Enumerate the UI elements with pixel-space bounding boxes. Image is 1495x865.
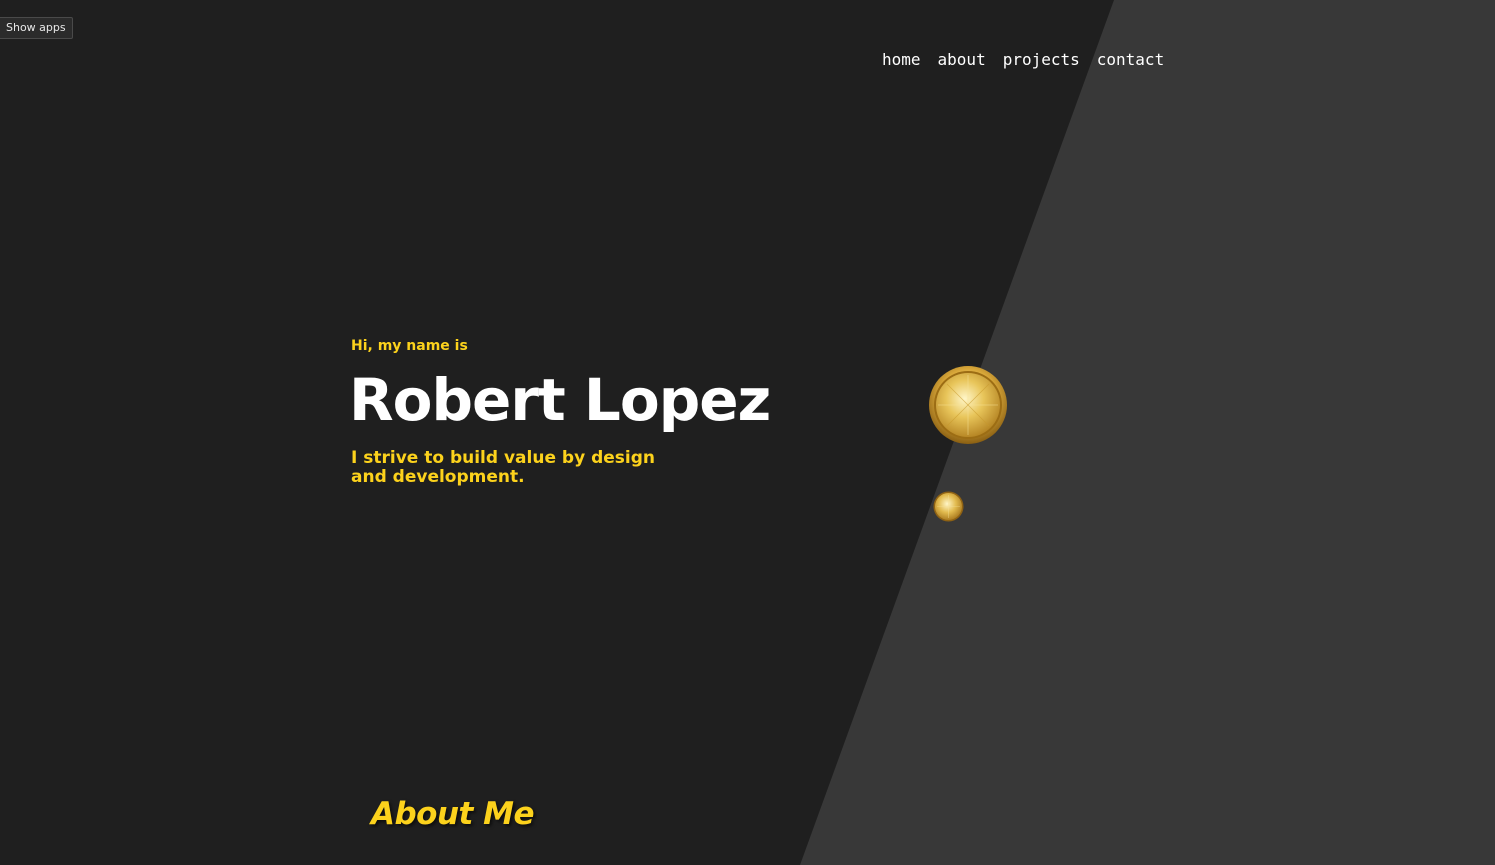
- gold-coin-icon: [929, 366, 1007, 444]
- show-apps-button[interactable]: Show apps: [0, 17, 73, 39]
- hero-greeting: Hi, my name is: [351, 338, 468, 354]
- nav-home-link[interactable]: home: [882, 49, 921, 71]
- hero-name: Robert Lopez: [349, 366, 771, 434]
- portfolio-page: Show apps home about projects contact Hi…: [0, 0, 1495, 865]
- hero-tagline: I strive to build value by design and de…: [351, 448, 655, 487]
- about-heading: About Me: [371, 796, 535, 832]
- nav-projects-link[interactable]: projects: [1003, 49, 1080, 71]
- nav-contact-link[interactable]: contact: [1097, 49, 1164, 71]
- main-nav: home about projects contact: [882, 49, 1164, 71]
- small-gold-coin-icon: [933, 491, 964, 522]
- nav-about-link[interactable]: about: [938, 49, 986, 71]
